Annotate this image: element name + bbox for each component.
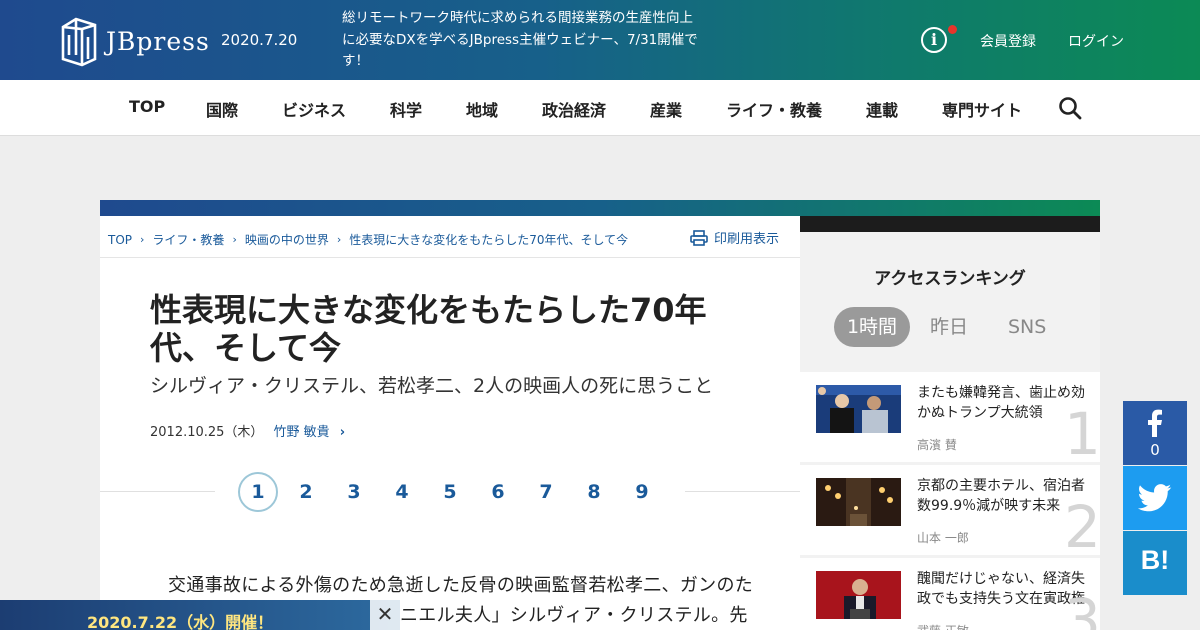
- site-header: JBpress 2020.7.20 総リモートワーク時代に求められる間接業務の生…: [0, 0, 1200, 80]
- content-gradient-bar: [100, 200, 1100, 216]
- page-link-1[interactable]: 1: [238, 472, 278, 512]
- tab-sns[interactable]: SNS: [1008, 307, 1046, 347]
- ad-banner[interactable]: 2020.7.22（水）開催！ ✕: [0, 600, 400, 630]
- hatena-icon: B!: [1140, 545, 1170, 575]
- nav-item-politics-economy[interactable]: 政治経済: [542, 97, 606, 121]
- nav-item-business[interactable]: ビジネス: [282, 97, 346, 121]
- page-link-6[interactable]: 6: [478, 472, 518, 512]
- pagination: 1 2 3 4 5 6 7 8 9: [215, 472, 685, 512]
- ranking-sidebar: アクセスランキング 1時間 昨日 SNS またも嫌韓発言、歯止め効かぬトランプ大…: [800, 232, 1100, 630]
- ranking-item[interactable]: 醜聞だけじゃない、経済失政でも支持失う文在寅政権 武藤 正敏 3: [800, 558, 1100, 630]
- nav-item-industry[interactable]: 産業: [650, 97, 682, 121]
- facebook-share-count: 0: [1150, 441, 1160, 459]
- rank-number: 3: [1064, 586, 1100, 630]
- breadcrumb-separator: ›: [336, 233, 342, 246]
- search-icon[interactable]: [1058, 96, 1082, 120]
- page-link-3[interactable]: 3: [334, 472, 374, 512]
- author-name: 竹野 敏貴: [273, 425, 330, 440]
- login-link[interactable]: ログイン: [1068, 31, 1124, 51]
- facebook-share-button[interactable]: 0: [1123, 401, 1187, 465]
- nav-item-science[interactable]: 科学: [390, 97, 422, 121]
- ranking-author: 高濱 賛: [917, 438, 957, 452]
- logo-mark-icon: [61, 17, 97, 67]
- article-subtitle: シルヴィア・クリステル、若松孝二、2人の映画人の死に思うこと: [150, 375, 714, 397]
- hatena-bookmark-button[interactable]: B!: [1123, 531, 1187, 595]
- breadcrumb-item-top[interactable]: TOP: [108, 233, 132, 247]
- article-thumbnail: [816, 385, 901, 433]
- ranking-item[interactable]: またも嫌韓発言、歯止め効かぬトランプ大統領 高濱 賛 1: [800, 372, 1100, 462]
- chevron-right-icon: ›: [339, 425, 346, 440]
- page-link-5[interactable]: 5: [430, 472, 470, 512]
- notification-dot: [948, 25, 957, 34]
- ranking-item[interactable]: 京都の主要ホテル、宿泊者数99.9％減が映す未来 山本 一郎 2: [800, 465, 1100, 555]
- header-date: 2020.7.20: [221, 31, 298, 49]
- article-card: TOP › ライフ・教養 › 映画の中の世界 › 性表現に大きな変化をもたらした…: [100, 216, 800, 630]
- page-link-2[interactable]: 2: [286, 472, 326, 512]
- close-icon[interactable]: ✕: [370, 600, 400, 630]
- article-thumbnail: [816, 571, 901, 619]
- tab-yesterday[interactable]: 昨日: [930, 307, 968, 347]
- logo-text: JBpress: [106, 26, 210, 56]
- breadcrumb-separator: ›: [140, 233, 145, 246]
- article-date: 2012.10.25（木）: [150, 425, 264, 440]
- breadcrumb: TOP › ライフ・教養 › 映画の中の世界 › 性表現に大きな変化をもたらした…: [108, 231, 628, 248]
- ranking-author: 武藤 正敏: [917, 622, 969, 630]
- breadcrumb-separator: ›: [232, 233, 237, 246]
- nav-item-top[interactable]: TOP: [129, 97, 165, 116]
- page-link-9[interactable]: 9: [622, 472, 662, 512]
- facebook-icon: [1148, 409, 1162, 437]
- twitter-share-button[interactable]: [1123, 466, 1187, 530]
- register-link[interactable]: 会員登録: [980, 31, 1036, 51]
- breadcrumb-item-life[interactable]: ライフ・教養: [152, 231, 224, 248]
- page-link-4[interactable]: 4: [382, 472, 422, 512]
- ranking-author: 山本 一郎: [917, 531, 969, 545]
- divider: [100, 257, 800, 258]
- page-link-7[interactable]: 7: [526, 472, 566, 512]
- info-icon[interactable]: i: [921, 27, 947, 53]
- rank-number: 1: [1064, 400, 1100, 462]
- nav-item-series[interactable]: 連載: [866, 97, 898, 121]
- twitter-icon: [1138, 484, 1172, 512]
- main-nav: TOP 国際 ビジネス 科学 地域 政治経済 産業 ライフ・教養 連載 専門サイ…: [0, 80, 1200, 136]
- rank-number: 2: [1064, 493, 1100, 555]
- article-body-line: 交通事故による外傷のため急逝した反骨の映画監督若松孝二、ガンのた: [168, 575, 754, 596]
- article-thumbnail: [816, 478, 901, 526]
- tab-1hour[interactable]: 1時間: [834, 307, 910, 347]
- ad-text: 2020.7.22（水）開催！: [87, 613, 274, 630]
- breadcrumb-item-category[interactable]: 映画の中の世界: [245, 231, 329, 248]
- article-title: 性表現に大きな変化をもたらした70年代、そして今: [150, 291, 707, 367]
- site-logo[interactable]: JBpress: [60, 15, 210, 67]
- ranking-title: アクセスランキング: [874, 269, 1026, 289]
- print-label: 印刷用表示: [714, 232, 780, 247]
- breadcrumb-item-article[interactable]: 性表現に大きな変化をもたらした70年代、そして今: [349, 231, 628, 248]
- nav-item-life[interactable]: ライフ・教養: [726, 97, 822, 121]
- nav-item-region[interactable]: 地域: [466, 97, 498, 121]
- sidebar-top-bar: [800, 216, 1100, 232]
- printer-icon: [690, 229, 708, 246]
- print-button[interactable]: 印刷用表示: [690, 228, 779, 247]
- nav-item-special-sites[interactable]: 専門サイト: [942, 97, 1022, 121]
- nav-item-international[interactable]: 国際: [206, 97, 238, 121]
- header-news-link[interactable]: 総リモートワーク時代に求められる間接業務の生産性向上に必要なDXを学べるJBpr…: [342, 8, 702, 73]
- page-link-8[interactable]: 8: [574, 472, 614, 512]
- article-meta: 2012.10.25（木） 竹野 敏貴 ›: [150, 421, 345, 440]
- author-link[interactable]: 竹野 敏貴 ›: [273, 421, 345, 440]
